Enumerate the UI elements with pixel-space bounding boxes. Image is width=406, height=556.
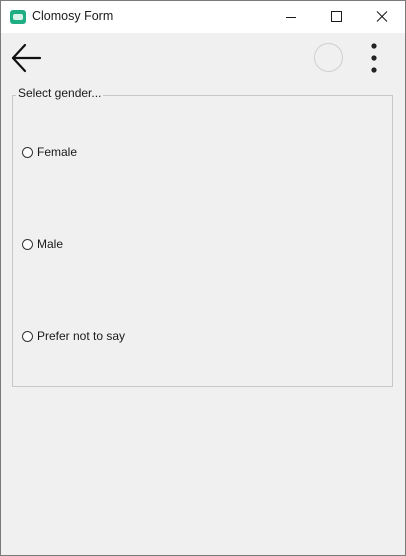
radio-option-female[interactable]: Female <box>22 144 77 160</box>
radio-circle[interactable] <box>22 238 33 250</box>
window-title: Clomosy Form <box>32 9 114 23</box>
minimize-icon <box>286 17 296 18</box>
maximize-icon <box>331 11 342 22</box>
radio-label-prefer-not-to-say[interactable]: Prefer not to say <box>37 329 125 343</box>
radio-circle[interactable] <box>22 146 33 158</box>
app-window: Clomosy Form Select gender... Female Mal… <box>0 0 406 556</box>
radio-label-female[interactable]: Female <box>37 145 77 159</box>
back-button[interactable] <box>9 39 45 77</box>
minimize-button[interactable] <box>268 1 314 33</box>
arrow-left-icon <box>11 43 42 73</box>
loading-circle-icon <box>314 43 343 72</box>
title-bar[interactable]: Clomosy Form <box>1 1 405 33</box>
more-menu-button[interactable] <box>363 41 385 77</box>
more-vertical-icon <box>371 43 377 73</box>
clomosy-logo-icon <box>10 10 26 24</box>
close-icon <box>376 11 388 22</box>
gender-group-legend: Select gender... <box>16 86 104 100</box>
maximize-button[interactable] <box>314 1 360 33</box>
radio-option-male[interactable]: Male <box>22 236 63 252</box>
radio-circle[interactable] <box>22 330 33 342</box>
close-button[interactable] <box>359 1 405 33</box>
radio-option-prefer-not-to-say[interactable]: Prefer not to say <box>22 328 125 344</box>
radio-label-male[interactable]: Male <box>37 237 63 251</box>
